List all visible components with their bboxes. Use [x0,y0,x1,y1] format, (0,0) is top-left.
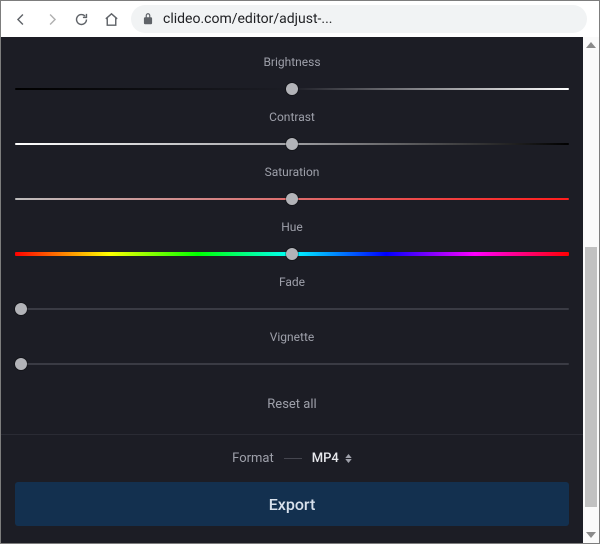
lock-icon [141,12,155,26]
brightness-label: Brightness [15,55,569,69]
saturation-label: Saturation [15,165,569,179]
back-button[interactable] [7,5,35,33]
scrollbar[interactable] [583,37,599,543]
brightness-slider[interactable] [15,82,569,96]
fade-thumb[interactable] [15,303,27,315]
reset-all-button[interactable]: Reset all [1,371,583,434]
saturation-thumb[interactable] [286,193,298,205]
reload-button[interactable] [67,5,95,33]
hue-block: Hue [15,206,569,261]
url-text: clideo.com/editor/adjust-... [163,11,333,27]
editor-panel: Brightness Contrast Saturation [1,37,583,543]
window: clideo.com/editor/adjust-... Brightness … [0,0,600,544]
chevron-down-icon [586,530,596,540]
viewport: Brightness Contrast Saturation [1,37,599,543]
format-separator [284,458,302,459]
home-icon [103,11,120,28]
vignette-label: Vignette [15,330,569,344]
contrast-thumb[interactable] [286,138,298,150]
address-bar[interactable]: clideo.com/editor/adjust-... [131,5,587,33]
saturation-block: Saturation [15,151,569,206]
format-bar: Format MP4 [1,434,583,482]
saturation-slider[interactable] [15,192,569,206]
browser-toolbar: clideo.com/editor/adjust-... [1,1,599,37]
chevron-up-icon [586,40,596,50]
hue-label: Hue [15,220,569,234]
sliders-area: Brightness Contrast Saturation [1,37,583,371]
fade-track [15,308,569,310]
hue-slider[interactable] [15,247,569,261]
hue-thumb[interactable] [286,248,298,260]
vignette-block: Vignette [15,316,569,371]
brightness-block: Brightness [15,41,569,96]
updown-icon [345,454,352,463]
arrow-left-icon [13,11,30,28]
format-value: MP4 [312,451,339,466]
scroll-up-button[interactable] [583,37,599,53]
fade-label: Fade [15,275,569,289]
brightness-thumb[interactable] [286,83,298,95]
fade-block: Fade [15,261,569,316]
vignette-thumb[interactable] [15,358,27,370]
format-select[interactable]: MP4 [312,451,352,466]
fade-slider[interactable] [15,302,569,316]
contrast-block: Contrast [15,96,569,151]
forward-button[interactable] [37,5,65,33]
scroll-down-button[interactable] [583,527,599,543]
vignette-slider[interactable] [15,357,569,371]
format-label: Format [232,451,274,466]
arrow-right-icon [43,11,60,28]
reload-icon [73,11,90,28]
contrast-slider[interactable] [15,137,569,151]
export-button[interactable]: Export [15,482,569,526]
home-button[interactable] [97,5,125,33]
contrast-label: Contrast [15,110,569,124]
vignette-track [15,363,569,365]
scroll-thumb[interactable] [585,247,597,507]
